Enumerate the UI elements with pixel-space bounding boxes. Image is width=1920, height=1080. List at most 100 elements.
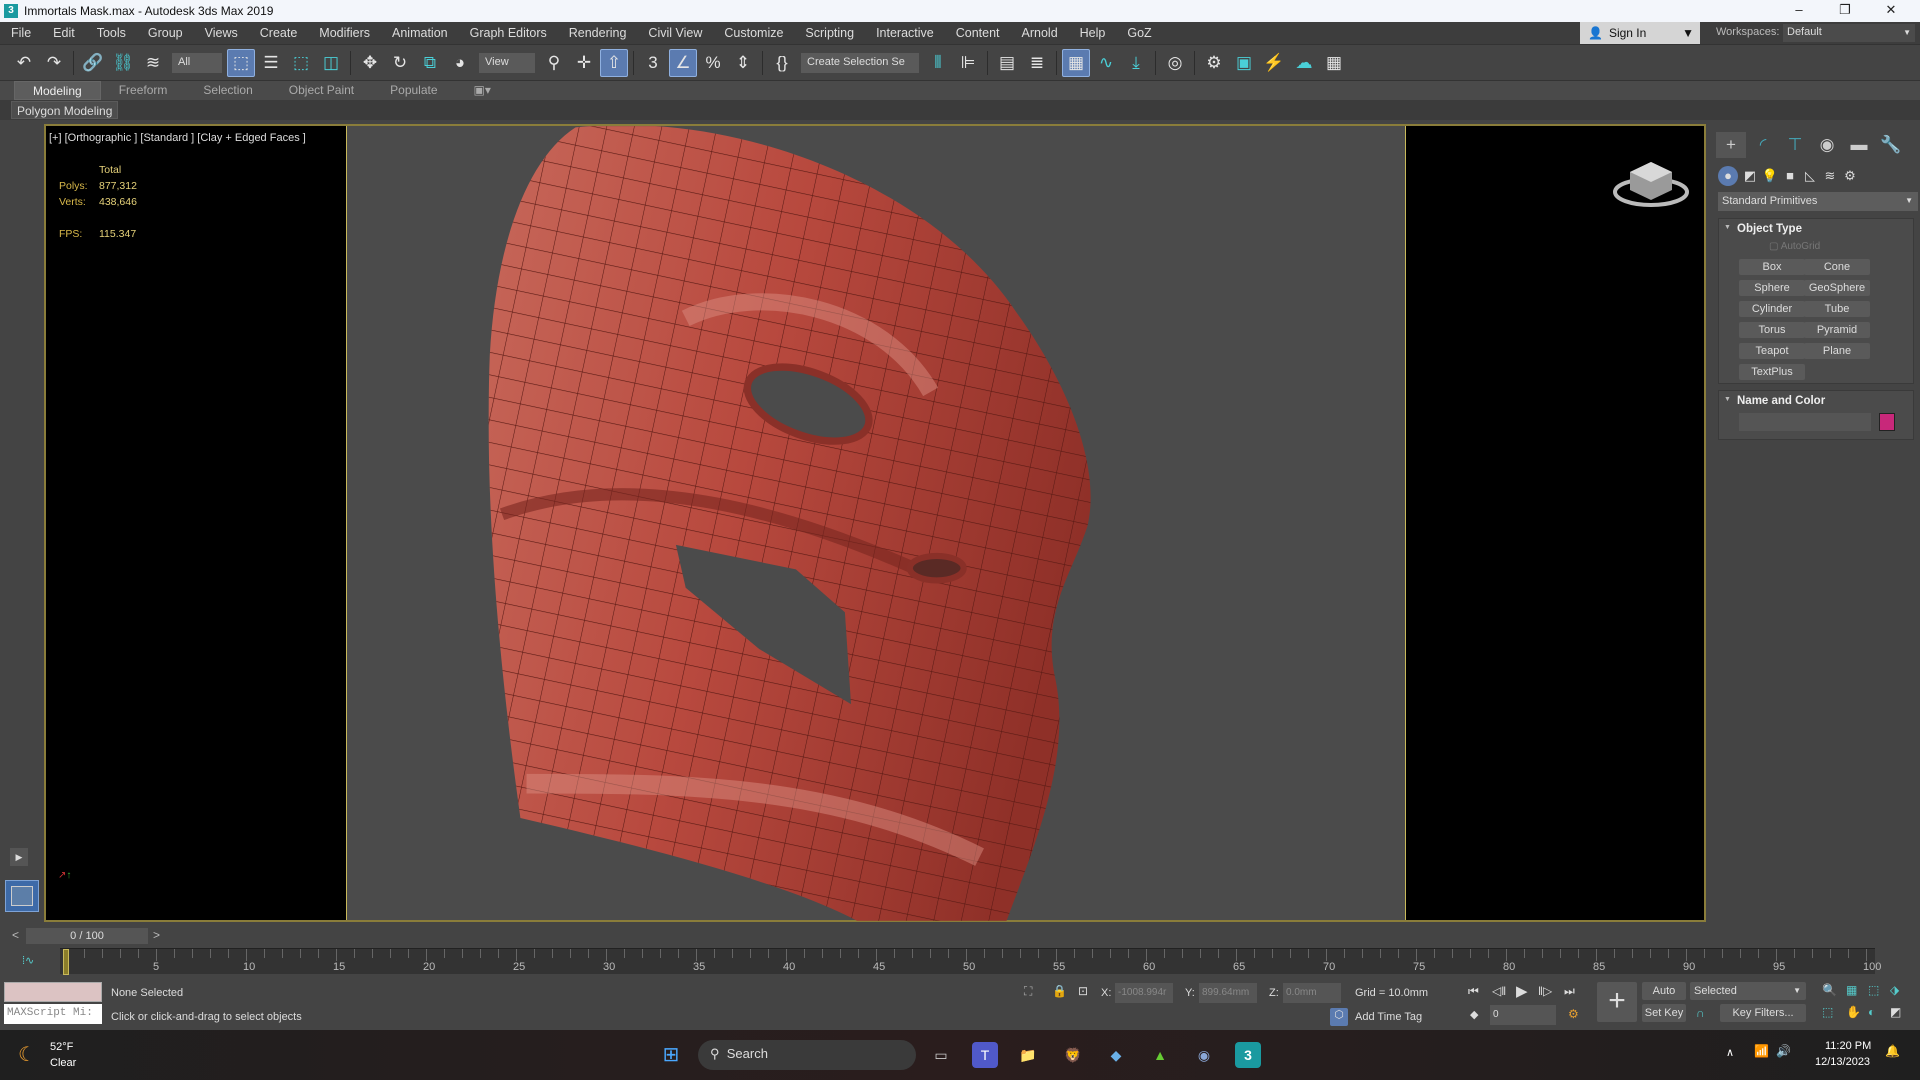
primitive-geosphere-button[interactable]: GeoSphere (1804, 280, 1870, 296)
notifications-icon[interactable]: 🔔 (1885, 1044, 1900, 1058)
zoom-extents-icon[interactable]: ⬚ (1868, 983, 1879, 997)
primitive-plane-button[interactable]: Plane (1804, 343, 1870, 359)
app-green-icon[interactable]: ▲ (1147, 1042, 1173, 1068)
primitive-teapot-button[interactable]: Teapot (1739, 343, 1805, 359)
primitive-box-button[interactable]: Box (1739, 259, 1805, 275)
object-color-swatch[interactable] (1879, 413, 1895, 431)
time-tag-icon[interactable]: ⬡ (1330, 1008, 1348, 1026)
task-view-icon[interactable]: ▭ (928, 1042, 954, 1068)
wifi-icon[interactable]: 📶 (1754, 1044, 1769, 1058)
next-frame-button[interactable]: > (153, 928, 160, 942)
frame-tick (300, 949, 301, 958)
maxscript-listener[interactable] (4, 982, 102, 1002)
add-time-tag[interactable]: Add Time Tag (1355, 1011, 1422, 1023)
goto-end-icon[interactable]: ⏭ (1564, 984, 1575, 999)
primitive-torus-button[interactable]: Torus (1739, 322, 1805, 338)
taskbar-search[interactable]: ⚲ Search (698, 1040, 916, 1070)
create-tab-icon[interactable]: + (1716, 132, 1746, 158)
set-key-button[interactable]: Set Key (1642, 1004, 1686, 1022)
primitive-cylinder-button[interactable]: Cylinder (1739, 301, 1805, 317)
helpers-icon[interactable]: ◺ (1800, 166, 1820, 186)
track-ruler[interactable]: 0510152025303540455055606570758085909510… (60, 948, 1881, 975)
teams-icon[interactable]: T (972, 1042, 998, 1068)
frame-label: 40 (783, 961, 796, 973)
x-coordinate-field[interactable]: -1008.994r (1115, 983, 1173, 1003)
frame-tick (1812, 949, 1813, 958)
systems-icon[interactable]: ⚙ (1840, 166, 1860, 186)
orbit-icon[interactable]: ◐ (1868, 1005, 1875, 1019)
space-warps-icon[interactable]: ≋ (1820, 166, 1840, 186)
current-frame-field[interactable]: 0 (1490, 1005, 1556, 1025)
lights-icon[interactable]: 💡 (1760, 166, 1780, 186)
default-tangents-icon[interactable]: ∩ (1696, 1006, 1705, 1020)
file-explorer-icon[interactable]: 📁 (1015, 1042, 1041, 1068)
clock-time[interactable]: 11:20 PM (1825, 1040, 1871, 1052)
y-coordinate-field[interactable]: 899.64mm (1199, 983, 1257, 1003)
key-filters-button[interactable]: Key Filters... (1720, 1004, 1806, 1022)
object-name-input[interactable] (1739, 413, 1871, 431)
zoom-icon[interactable]: 🔍 (1822, 983, 1837, 997)
selection-lock-icon[interactable]: 🔒 (1052, 984, 1067, 998)
primitive-pyramid-button[interactable]: Pyramid (1804, 322, 1870, 338)
clock-date[interactable]: 12/13/2023 (1815, 1056, 1870, 1068)
modify-tab-icon[interactable]: ◜ (1748, 132, 1778, 158)
zoom-extents-all-icon[interactable]: ⬗ (1890, 983, 1899, 997)
viewcube[interactable] (1612, 156, 1690, 212)
time-slider-thumb[interactable]: 0 / 100 (26, 928, 148, 944)
track-bar[interactable]: ⁞∿ 0510152025303540455055606570758085909… (0, 946, 1920, 976)
zoom-all-icon[interactable]: ▦ (1846, 983, 1857, 997)
current-frame-marker[interactable] (63, 949, 69, 975)
curve-editor-mini-icon[interactable]: ⁞∿ (22, 954, 34, 967)
motion-tab-icon[interactable]: ◉ (1812, 132, 1842, 158)
key-mode-toggle-icon[interactable]: ◆ (1470, 1008, 1478, 1021)
hierarchy-tab-icon[interactable]: ⊤ (1780, 132, 1810, 158)
maxscript-input[interactable]: MAXScript Mi: (4, 1004, 102, 1024)
volume-icon[interactable]: 🔊 (1776, 1044, 1791, 1058)
geometry-icon[interactable]: ● (1718, 166, 1738, 186)
frame-tick (138, 949, 139, 958)
app-diamond-icon[interactable]: ◆ (1103, 1042, 1129, 1068)
prev-key-icon[interactable]: ◁‖ (1492, 984, 1506, 998)
pan-icon[interactable]: ✋ (1846, 1005, 1861, 1019)
windows-start-icon[interactable]: ⊞ (658, 1042, 684, 1068)
isolate-selection-icon[interactable]: ⛶ (1024, 984, 1032, 999)
z-coordinate-field[interactable]: 0.0mm (1283, 983, 1341, 1003)
play-icon[interactable]: ▶ (1516, 982, 1528, 1000)
primitive-tube-button[interactable]: Tube (1804, 301, 1870, 317)
auto-key-button[interactable]: Auto Key (1642, 982, 1686, 1015)
maximize-viewport-icon[interactable]: ◩ (1890, 1005, 1901, 1019)
frame-tick (1056, 949, 1057, 961)
shapes-icon[interactable]: ◩ (1740, 166, 1760, 186)
selection-status: None Selected (111, 987, 184, 999)
utilities-tab-icon[interactable]: 🔧 (1876, 132, 1906, 158)
primitive-textplus-button[interactable]: TextPlus (1739, 364, 1805, 380)
frame-tick (1020, 949, 1021, 958)
weather-condition[interactable]: Clear (50, 1057, 76, 1069)
category-dropdown[interactable]: Standard Primitives ▼ (1718, 192, 1918, 211)
primitive-sphere-button[interactable]: Sphere (1739, 280, 1805, 296)
prev-frame-button[interactable]: < (12, 928, 19, 942)
display-tab-icon[interactable]: ▬ (1844, 132, 1874, 158)
frame-tick (732, 949, 733, 958)
windows-taskbar: ☾ 52°F Clear ⊞ ⚲ Search ▭ T 📁 🦁 ◆ ▲ ◉ 3 … (0, 1030, 1920, 1080)
weather-temp[interactable]: 52°F (50, 1041, 73, 1053)
zoom-region-icon[interactable]: ⬚ (1822, 1005, 1833, 1019)
frame-tick (1236, 949, 1237, 961)
time-config-icon[interactable]: ⚙ (1568, 1007, 1579, 1021)
primitive-cone-button[interactable]: Cone (1804, 259, 1870, 275)
show-hidden-icons[interactable]: ∧ (1726, 1046, 1734, 1059)
object-type-title[interactable]: Object Type (1719, 219, 1913, 235)
next-key-icon[interactable]: ‖▷ (1538, 984, 1552, 998)
app-globe-icon[interactable]: ◉ (1191, 1042, 1217, 1068)
autogrid-checkbox[interactable]: ▢ AutoGrid (1769, 241, 1820, 252)
time-slider[interactable]: < 0 / 100 > (0, 926, 1920, 946)
3ds-max-taskbar-icon[interactable]: 3 (1235, 1042, 1261, 1068)
viewport-label-menu[interactable]: [+] [Orthographic ] [Standard ] [Clay + … (49, 132, 306, 144)
absolute-mode-icon[interactable]: ⊡ (1078, 984, 1088, 998)
name-color-title[interactable]: Name and Color (1719, 391, 1913, 407)
set-keys-button[interactable]: + (1597, 982, 1637, 1022)
cameras-icon[interactable]: ■ (1780, 166, 1800, 186)
brave-browser-icon[interactable]: 🦁 (1060, 1042, 1086, 1068)
key-mode-select[interactable]: Selected ▼ (1690, 982, 1806, 1000)
goto-start-icon[interactable]: ⏮ (1468, 984, 1479, 999)
